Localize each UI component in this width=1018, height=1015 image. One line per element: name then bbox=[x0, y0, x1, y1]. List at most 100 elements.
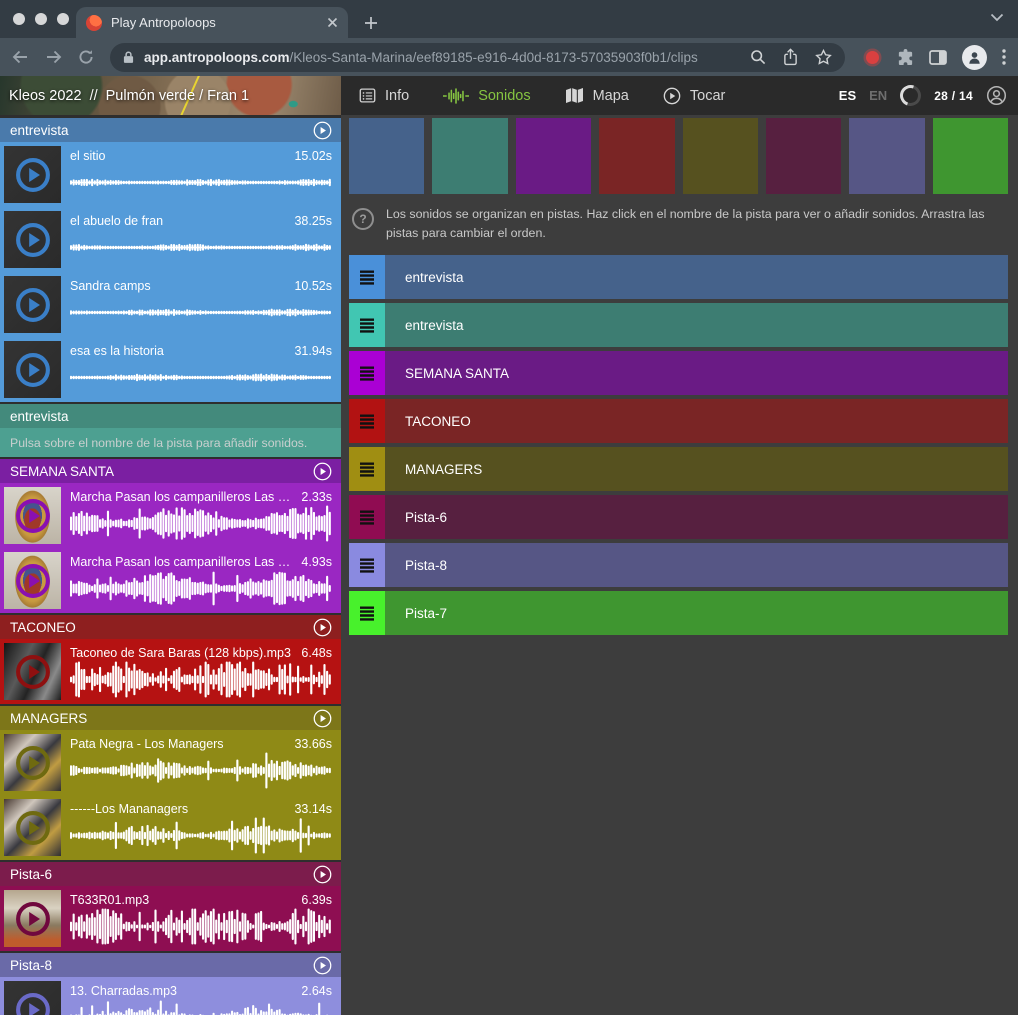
drag-handle[interactable] bbox=[349, 351, 385, 395]
track-row[interactable]: SEMANA SANTA bbox=[349, 351, 1008, 395]
clip-item[interactable]: el abuelo de fran38.25s bbox=[0, 207, 341, 272]
clip-play-button[interactable] bbox=[4, 276, 61, 333]
profile-avatar[interactable] bbox=[962, 45, 987, 70]
clip-duration: 6.48s bbox=[301, 646, 332, 660]
track-row[interactable]: entrevista bbox=[349, 303, 1008, 347]
track-play-button[interactable] bbox=[313, 462, 332, 481]
clip-label-row: 13. Charradas.mp32.64s bbox=[70, 984, 332, 998]
lang-es-button[interactable]: ES bbox=[839, 88, 856, 103]
track-row[interactable]: Pista-7 bbox=[349, 591, 1008, 635]
clip-item[interactable]: 13. Charradas.mp32.64s bbox=[0, 977, 341, 1015]
track-row[interactable]: entrevista bbox=[349, 255, 1008, 299]
track-row-label: entrevista bbox=[385, 255, 464, 299]
track-header[interactable]: Pista-8 bbox=[0, 953, 341, 977]
sidebar-track: entrevista el sitio15.02s el abuelo de f… bbox=[0, 118, 341, 402]
clip-play-button[interactable] bbox=[4, 552, 61, 609]
clip-item[interactable]: Pata Negra - Los Managers33.66s bbox=[0, 730, 341, 795]
clip-play-button[interactable] bbox=[4, 890, 61, 947]
lang-en-button[interactable]: EN bbox=[869, 88, 887, 103]
track-header[interactable]: MANAGERS bbox=[0, 706, 341, 730]
clip-waveform bbox=[70, 908, 332, 945]
tab-search-chevron-icon[interactable] bbox=[990, 13, 1004, 22]
clip-body: el sitio15.02s bbox=[61, 146, 337, 203]
track-row[interactable]: TACONEO bbox=[349, 399, 1008, 443]
drag-handle-icon bbox=[359, 510, 375, 525]
drag-handle[interactable] bbox=[349, 399, 385, 443]
url-field[interactable]: app.antropoloops.com/Kleos-Santa-Marina/… bbox=[110, 43, 845, 72]
forward-icon[interactable] bbox=[45, 49, 62, 65]
track-header[interactable]: Pista-6 bbox=[0, 862, 341, 886]
drag-handle-icon bbox=[359, 462, 375, 477]
clip-waveform bbox=[70, 229, 332, 266]
nav-tocar[interactable]: Tocar bbox=[663, 87, 725, 105]
track-header[interactable]: TACONEO bbox=[0, 615, 341, 639]
clip-body: Marcha Pasan los campanilleros Las Mejor… bbox=[61, 487, 337, 544]
clip-item[interactable]: el sitio15.02s bbox=[0, 142, 341, 207]
tab-close-icon[interactable] bbox=[327, 17, 338, 28]
clip-name: Sandra camps bbox=[70, 279, 284, 293]
track-row[interactable]: MANAGERS bbox=[349, 447, 1008, 491]
clip-item[interactable]: T633R01.mp36.39s bbox=[0, 886, 341, 951]
track-play-button[interactable] bbox=[313, 618, 332, 637]
clip-item[interactable]: Sandra camps10.52s bbox=[0, 272, 341, 337]
track-row[interactable]: Pista-8 bbox=[349, 543, 1008, 587]
zoom-window-button[interactable] bbox=[57, 13, 69, 25]
extension-puzzle-icon[interactable] bbox=[897, 48, 914, 66]
browser-tab[interactable]: Play Antropoloops bbox=[76, 7, 348, 38]
track-header[interactable]: SEMANA SANTA bbox=[0, 459, 341, 483]
nav-sonidos[interactable]: Sonidos bbox=[443, 88, 530, 104]
clip-play-button[interactable] bbox=[4, 341, 61, 398]
reload-icon[interactable] bbox=[78, 49, 94, 65]
help-icon: ? bbox=[352, 208, 374, 230]
project-title: Kleos 2022 // Pulmón verde / Fran 1 bbox=[9, 76, 249, 115]
clip-body: Taconeo de Sara Baras (128 kbps).mp36.48… bbox=[61, 643, 337, 700]
track-play-button[interactable] bbox=[313, 956, 332, 975]
drag-handle[interactable] bbox=[349, 303, 385, 347]
clip-play-button[interactable] bbox=[4, 734, 61, 791]
window-controls[interactable] bbox=[13, 13, 69, 25]
side-panel-icon[interactable] bbox=[929, 50, 947, 65]
new-tab-button[interactable] bbox=[364, 16, 378, 30]
track-play-button[interactable] bbox=[313, 121, 332, 140]
bookmark-star-icon[interactable] bbox=[815, 49, 832, 65]
drag-handle-icon bbox=[359, 318, 375, 333]
track-row-label: MANAGERS bbox=[385, 447, 482, 491]
clip-play-button[interactable] bbox=[4, 981, 61, 1015]
track-header[interactable]: entrevista bbox=[0, 404, 341, 428]
track-row[interactable]: Pista-6 bbox=[349, 495, 1008, 539]
clip-play-button[interactable] bbox=[4, 487, 61, 544]
clip-play-button[interactable] bbox=[4, 211, 61, 268]
account-icon[interactable] bbox=[986, 85, 1007, 106]
minimize-window-button[interactable] bbox=[35, 13, 47, 25]
clip-item[interactable]: esa es la historia31.94s bbox=[0, 337, 341, 402]
record-indicator-icon[interactable] bbox=[866, 51, 879, 64]
project-banner[interactable]: Kleos 2022 // Pulmón verde / Fran 1 bbox=[0, 76, 341, 115]
nav-info[interactable]: Info bbox=[359, 87, 409, 104]
track-header[interactable]: entrevista bbox=[0, 118, 341, 142]
browser-menu-icon[interactable] bbox=[1002, 49, 1006, 65]
drag-handle[interactable] bbox=[349, 543, 385, 587]
list-icon bbox=[359, 87, 376, 104]
clip-item[interactable]: Marcha Pasan los campanilleros Las Mejor… bbox=[0, 548, 341, 613]
clip-item[interactable]: Taconeo de Sara Baras (128 kbps).mp36.48… bbox=[0, 639, 341, 704]
drag-handle[interactable] bbox=[349, 591, 385, 635]
clip-play-button[interactable] bbox=[4, 146, 61, 203]
drag-handle[interactable] bbox=[349, 495, 385, 539]
clip-label-row: Marcha Pasan los campanilleros Las Mejor… bbox=[70, 490, 332, 504]
nav-mapa[interactable]: Mapa bbox=[565, 87, 629, 104]
zoom-page-icon[interactable] bbox=[750, 49, 766, 65]
clip-item[interactable]: Marcha Pasan los campanilleros Las Mejor… bbox=[0, 483, 341, 548]
clip-play-button[interactable] bbox=[4, 799, 61, 856]
close-window-button[interactable] bbox=[13, 13, 25, 25]
share-icon[interactable] bbox=[783, 48, 798, 66]
back-icon[interactable] bbox=[12, 49, 29, 65]
clip-item[interactable]: ------Los Mananagers33.14s bbox=[0, 795, 341, 860]
clip-name: esa es la historia bbox=[70, 344, 284, 358]
clip-body: Marcha Pasan los campanilleros Las Mejor… bbox=[61, 552, 337, 609]
clip-thumbnail bbox=[4, 146, 61, 203]
drag-handle[interactable] bbox=[349, 447, 385, 491]
track-play-button[interactable] bbox=[313, 709, 332, 728]
drag-handle[interactable] bbox=[349, 255, 385, 299]
clip-play-button[interactable] bbox=[4, 643, 61, 700]
track-play-button[interactable] bbox=[313, 865, 332, 884]
